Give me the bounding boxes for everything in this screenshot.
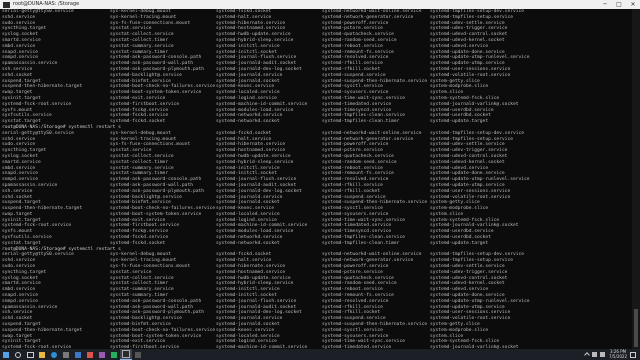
window-title: root@DUNA-NAS: /Storage [13,1,80,7]
volume-icon[interactable] [600,352,606,357]
taskbar-search[interactable] [12,349,24,360]
taskbar-clock[interactable]: 3:26 PM 7/5/2022 [609,349,627,359]
terminal-scrollbar[interactable] [632,9,640,349]
window-titlebar[interactable]: root@DUNA-NAS: /Storage ─ □ ✕ [0,0,640,9]
taskbar-explorer[interactable] [36,349,48,360]
windows-icon [3,351,9,358]
system-tray: 3:26 PM 7/5/2022 [582,349,636,360]
network-icon[interactable] [592,352,598,357]
taskbar-mail[interactable] [72,349,84,360]
app-icon [87,351,93,358]
taskbar-edge[interactable] [48,349,60,360]
taskbar-app[interactable] [84,349,96,360]
app-icon [99,351,105,358]
terminal-output[interactable]: serial-getty@ttyS0.service sys-kernel-deb… [0,9,630,349]
taskbar-store[interactable] [60,349,72,360]
taskbar-task-view[interactable] [24,349,36,360]
taskbar: 3:26 PM 7/5/2022 [0,349,640,360]
minimize-button[interactable]: ─ [598,0,612,9]
chevron-up-icon[interactable] [584,351,590,358]
app-icon [135,351,141,358]
maximize-button[interactable]: □ [612,0,626,9]
start-button[interactable] [0,349,12,360]
store-icon [63,351,69,358]
taskbar-app[interactable] [96,349,108,360]
scrollbar-thumb[interactable] [634,309,638,347]
app-icon [111,351,117,358]
window-controls: ─ □ ✕ [598,0,640,9]
browser-icon [51,351,57,358]
notification-icon[interactable] [630,351,636,358]
folder-icon [39,351,45,358]
taskbar-app[interactable] [132,349,144,360]
taskbar-terminal[interactable] [120,349,132,360]
search-icon [15,351,21,358]
close-button[interactable]: ✕ [626,0,640,9]
task-view-icon [26,351,34,358]
mail-icon [75,351,81,358]
clock-date: 7/5/2022 [609,353,627,359]
taskbar-app[interactable] [108,349,120,360]
terminal-icon [3,1,10,8]
terminal-icon [122,350,130,358]
